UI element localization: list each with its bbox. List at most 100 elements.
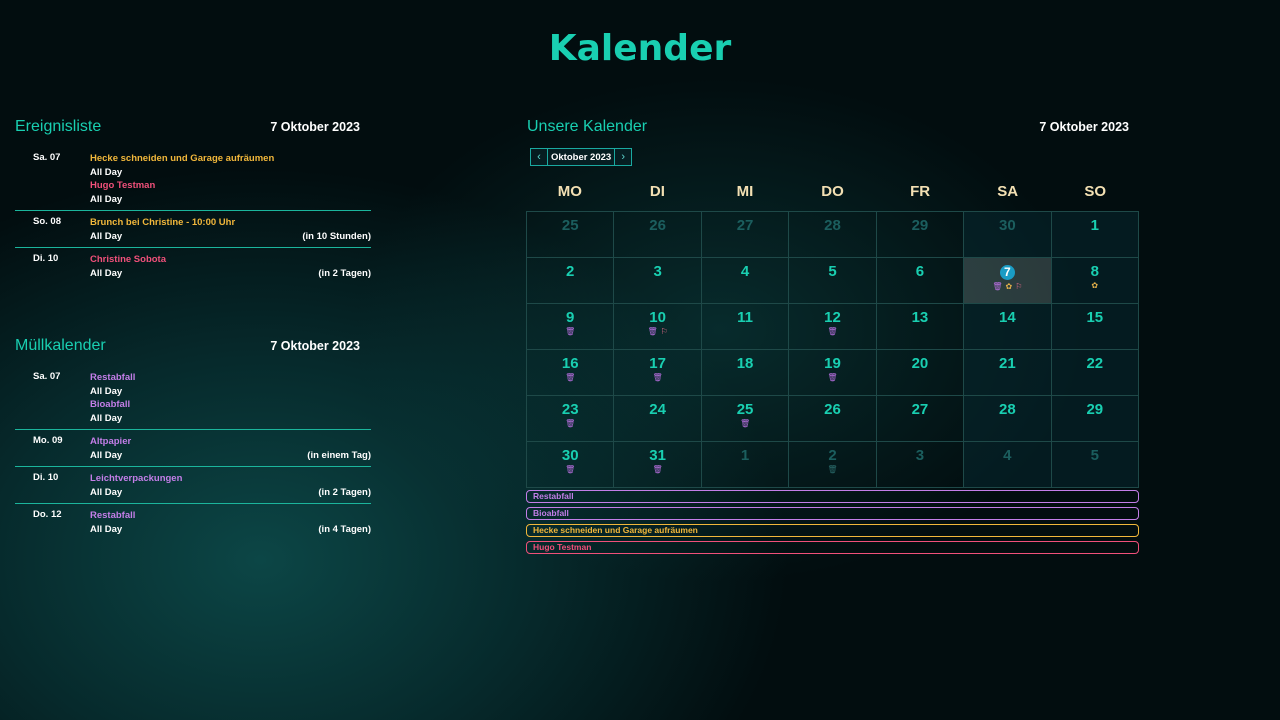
list-item-title[interactable]: Altpapier	[90, 435, 371, 449]
list-item-title[interactable]: Restabfall	[90, 509, 371, 523]
day-cell[interactable]: 5	[789, 258, 877, 304]
day-number: 28	[999, 401, 1016, 418]
day-cell[interactable]: 19 🗑	[789, 350, 877, 396]
list-item-relative: (in 2 Tagen)	[318, 486, 371, 498]
day-cell[interactable]: 4	[701, 258, 790, 304]
legend-item[interactable]: Hugo Testman	[526, 541, 1139, 554]
events-panel-header: Ereignisliste 7 Oktober 2023	[15, 117, 371, 137]
list-day-label: Di. 10	[33, 472, 59, 483]
day-cell[interactable]: 13	[876, 304, 965, 350]
month-label[interactable]: Oktober 2023	[548, 148, 615, 166]
list-item-relative: (in 4 Tagen)	[318, 523, 371, 535]
day-event-markers	[964, 464, 1050, 475]
list-item-relative: (in 2 Tagen)	[318, 267, 371, 279]
day-cell[interactable]: 17 🗑	[614, 350, 702, 396]
day-number: 27	[911, 401, 929, 418]
day-cell[interactable]: 30 🗑	[527, 442, 615, 488]
day-number: 4	[1003, 447, 1012, 464]
day-event-markers: 🗑	[527, 326, 613, 337]
trash-icon: 🗑	[652, 465, 663, 474]
day-cell[interactable]: 12 🗑	[789, 304, 877, 350]
day-cell[interactable]: 8 ✿	[1051, 258, 1139, 304]
day-event-markers: 🗑	[789, 372, 875, 383]
list-item-title[interactable]: Hugo Testman	[90, 179, 371, 193]
day-number: 10	[649, 309, 666, 326]
list-group: Sa. 07 Restabfall All Day Bioabfall All Day	[15, 368, 371, 429]
day-event-markers	[877, 464, 963, 475]
day-cell[interactable]: 22	[1051, 350, 1139, 396]
day-cell[interactable]: 28	[789, 212, 877, 258]
list-item-time: All Day	[90, 449, 123, 461]
day-cell[interactable]: 1	[701, 442, 790, 488]
day-cell[interactable]: 9 🗑	[527, 304, 615, 350]
day-cell[interactable]: 26	[789, 396, 877, 442]
day-cell[interactable]: 3	[876, 442, 965, 488]
list-day-label: So. 08	[33, 216, 61, 227]
weekday-label: FR	[910, 183, 931, 200]
list-item-title[interactable]: Brunch bei Christine - 10:00 Uhr	[90, 216, 371, 230]
list-day-label: Mo. 09	[33, 435, 63, 446]
list-group: So. 08 Brunch bei Christine - 10:00 Uhr Al…	[15, 210, 371, 247]
day-cell[interactable]: 16 🗑	[527, 350, 615, 396]
day-number: 9	[566, 309, 575, 326]
day-event-markers: 🗑 ✿ ⚐	[964, 281, 1050, 292]
day-cell[interactable]: 21	[964, 350, 1052, 396]
list-group-body: Restabfall All Day Bioabfall All Day	[90, 371, 371, 425]
day-number: 15	[1086, 309, 1104, 326]
day-number: 20	[911, 355, 929, 372]
list-item-time: All Day	[90, 230, 123, 242]
trash-icon: 🗑	[565, 373, 576, 382]
day-cell[interactable]: 11	[701, 304, 790, 350]
day-cell[interactable]: 15	[1051, 304, 1139, 350]
trash-icon: 🗑	[827, 465, 838, 474]
day-cell[interactable]: 20	[876, 350, 965, 396]
legend-item[interactable]: Bioabfall	[526, 507, 1139, 520]
day-cell[interactable]: 2	[527, 258, 615, 304]
day-cell[interactable]: 29	[876, 212, 965, 258]
day-cell[interactable]: 27	[701, 212, 790, 258]
day-cell[interactable]: 1	[1051, 212, 1139, 258]
day-cell[interactable]: 14	[964, 304, 1052, 350]
day-number: 16	[561, 355, 579, 372]
day-number: 23	[561, 401, 579, 418]
day-cell[interactable]: 28	[964, 396, 1052, 442]
list-item-title[interactable]: Leichtverpackungen	[90, 472, 371, 486]
day-cell[interactable]: 5	[1051, 442, 1139, 488]
legend-item[interactable]: Restabfall	[526, 490, 1139, 503]
day-cell-today[interactable]: 7 🗑 ✿ ⚐	[964, 258, 1052, 304]
list-item-meta: All Day (in 2 Tagen)	[90, 267, 371, 281]
trash-icon: 🗑	[827, 373, 838, 382]
day-cell[interactable]: 6	[876, 258, 965, 304]
list-item-title[interactable]: Hecke schneiden und Garage aufräumen	[90, 152, 371, 166]
day-cell[interactable]: 18	[701, 350, 790, 396]
day-cell[interactable]: 3	[614, 258, 702, 304]
day-cell[interactable]: 4	[964, 442, 1052, 488]
day-cell[interactable]: 31 🗑	[614, 442, 702, 488]
day-event-markers: 🗑	[702, 418, 788, 429]
day-number: 21	[999, 355, 1016, 372]
list-item-title[interactable]: Restabfall	[90, 371, 371, 385]
list-group-body: Hecke schneiden und Garage aufräumen All …	[90, 152, 371, 206]
day-event-markers	[877, 280, 963, 291]
day-cell[interactable]: 23 🗑	[527, 396, 615, 442]
day-cell[interactable]: 27	[876, 396, 965, 442]
legend-item[interactable]: Hecke schneiden und Garage aufräumen	[526, 524, 1139, 537]
day-number: 22	[1086, 355, 1104, 372]
list-item-relative: (in einem Tag)	[307, 449, 371, 461]
next-month-button[interactable]: ›	[614, 148, 633, 166]
day-cell[interactable]: 30	[964, 212, 1052, 258]
day-event-markers	[702, 372, 788, 383]
trash-icon: 🗑	[652, 373, 663, 382]
day-cell[interactable]: 25	[527, 212, 615, 258]
list-item-meta: All Day	[90, 412, 371, 426]
day-cell[interactable]: 10 🗑 ⚐	[614, 304, 702, 350]
waste-list: Sa. 07 Restabfall All Day Bioabfall All Day M…	[15, 368, 371, 540]
day-cell[interactable]: 24	[614, 396, 702, 442]
list-item-title[interactable]: Christine Sobota	[90, 253, 371, 267]
day-cell[interactable]: 26	[614, 212, 702, 258]
day-cell[interactable]: 29	[1051, 396, 1139, 442]
day-cell[interactable]: 25 🗑	[701, 396, 790, 442]
list-item-title[interactable]: Bioabfall	[90, 398, 371, 412]
day-cell[interactable]: 2 🗑	[789, 442, 877, 488]
prev-month-button[interactable]: ‹	[530, 148, 548, 166]
